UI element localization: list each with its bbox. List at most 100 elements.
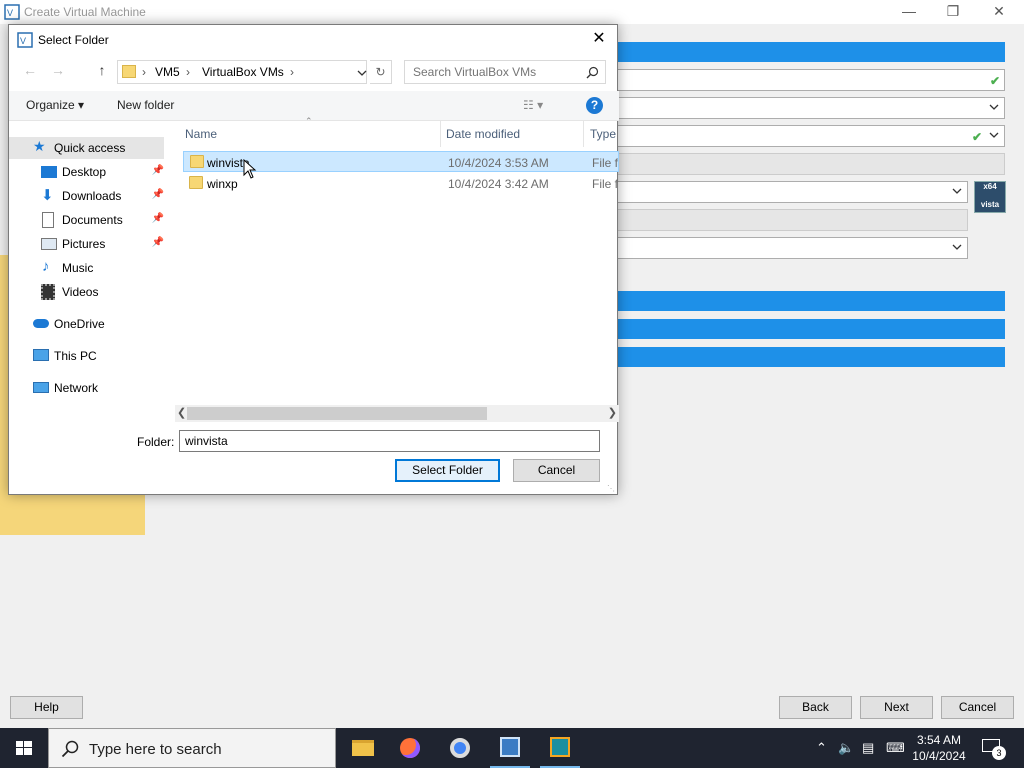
nav-item-network[interactable]: Network	[9, 377, 164, 399]
column-divider[interactable]	[440, 121, 441, 147]
nav-item-documents[interactable]: Documents 📌	[9, 209, 164, 231]
search-input[interactable]	[413, 65, 583, 79]
nav-item-this-pc[interactable]: This PC	[9, 345, 164, 367]
up-arrow-icon[interactable]: ↑	[93, 62, 111, 80]
organize-menu[interactable]: Organize ▾	[26, 98, 84, 112]
virtualbox-taskbar-icon[interactable]	[486, 728, 534, 768]
file-explorer-icon[interactable]	[338, 728, 386, 768]
section-header-bar[interactable]	[600, 319, 1005, 339]
virtualbox-vm-taskbar-icon[interactable]	[536, 728, 584, 768]
breadcrumb-separator: ›	[186, 65, 190, 79]
breadcrumb-item[interactable]: VirtualBox VMs	[202, 65, 284, 79]
file-name: winxp	[207, 177, 238, 191]
taskbar-search-box[interactable]: Type here to search	[48, 728, 336, 768]
resize-grip-icon[interactable]: ⋱	[607, 484, 615, 493]
chevron-up-icon[interactable]: ⌃	[816, 740, 827, 756]
document-icon	[42, 212, 54, 228]
column-header-name[interactable]: Name	[185, 127, 217, 141]
view-options-icon[interactable]: ☷ ▾	[523, 98, 543, 112]
pin-icon: 📌	[151, 189, 164, 200]
search-box[interactable]	[404, 60, 606, 84]
next-button[interactable]: Next	[860, 696, 933, 719]
nav-item-quick-access[interactable]: ★ Quick access	[9, 137, 164, 159]
name-field[interactable]: ✔	[600, 69, 1005, 91]
version-combo[interactable]	[600, 237, 968, 259]
system-clock[interactable]: 3:54 AM 10/4/2024	[904, 732, 974, 764]
scroll-left-icon[interactable]: ❮	[177, 406, 186, 419]
virtualbox-icon: V	[4, 4, 20, 20]
sort-ascending-icon: ⌃	[305, 116, 313, 126]
folder-label: Folder:	[137, 435, 175, 449]
folder-icon	[189, 176, 203, 189]
close-window-button[interactable]: ✕	[976, 0, 1022, 24]
section-header-bar[interactable]	[600, 291, 1005, 311]
nav-item-pictures[interactable]: Pictures 📌	[9, 233, 164, 255]
file-date: 10/4/2024 3:53 AM	[448, 156, 549, 170]
folder-field[interactable]	[179, 430, 600, 452]
column-divider[interactable]	[583, 121, 584, 147]
back-button[interactable]: Back	[779, 696, 852, 719]
new-folder-button[interactable]: New folder	[117, 98, 174, 112]
column-header-date[interactable]: Date modified	[446, 127, 520, 141]
file-date: 10/4/2024 3:42 AM	[448, 177, 549, 191]
nav-label: Documents	[62, 213, 123, 227]
chevron-down-icon	[989, 132, 999, 138]
cancel-button[interactable]: Cancel	[513, 459, 600, 482]
chevron-down-icon	[952, 244, 962, 250]
help-icon[interactable]: ?	[586, 97, 603, 114]
iso-image-combo[interactable]: ✔	[600, 125, 1005, 147]
nav-item-downloads[interactable]: ⬇ Downloads 📌	[9, 185, 164, 207]
refresh-icon[interactable]: ↻	[370, 60, 392, 84]
valid-check-icon: ✔	[989, 74, 1000, 88]
edition-combo	[600, 153, 1005, 175]
type-combo[interactable]	[600, 181, 968, 203]
search-icon	[61, 740, 79, 758]
os-vista-icon: x64 vista	[974, 181, 1006, 213]
back-arrow-icon[interactable]: ←	[21, 62, 39, 80]
pin-icon: 📌	[151, 237, 164, 248]
help-button[interactable]: Help	[10, 696, 83, 719]
keyboard-icon[interactable]: ⌨	[886, 740, 905, 756]
nav-item-onedrive[interactable]: OneDrive	[9, 313, 164, 335]
nav-label: Quick access	[54, 141, 126, 155]
network-status-icon[interactable]: ▤	[862, 740, 874, 756]
virtualbox-icon: V	[17, 32, 33, 48]
start-button[interactable]	[0, 728, 48, 768]
nav-item-videos[interactable]: Videos	[9, 281, 164, 303]
scroll-right-icon[interactable]: ❯	[608, 406, 617, 419]
windows-logo-icon	[16, 741, 32, 755]
forward-arrow-icon[interactable]: →	[49, 62, 67, 80]
chevron-down-icon[interactable]	[356, 67, 368, 79]
chrome-icon[interactable]	[436, 728, 484, 768]
breadcrumb-separator: ›	[290, 65, 294, 79]
taskbar-search-placeholder: Type here to search	[89, 741, 222, 758]
scrollbar-thumb[interactable]	[187, 407, 487, 420]
section-header-bar[interactable]	[600, 347, 1005, 367]
section-header-bar[interactable]	[600, 42, 1005, 62]
nav-label: Videos	[62, 285, 99, 299]
breadcrumb-item[interactable]: VM5	[155, 65, 180, 79]
svg-text:V: V	[20, 36, 26, 46]
minimize-button[interactable]: —	[886, 0, 932, 24]
notification-count: 3	[992, 746, 1006, 760]
horizontal-scrollbar[interactable]: ❮ ❯	[175, 405, 619, 422]
restore-button[interactable]: ❐	[930, 0, 976, 24]
close-icon[interactable]: ✕	[587, 29, 611, 51]
notification-center-icon[interactable]: 3	[980, 736, 1006, 760]
select-folder-dialog: V Select Folder ✕ ← → ↑ › VM5 › VirtualB…	[8, 24, 619, 495]
address-bar[interactable]: › VM5 › VirtualBox VMs ›	[117, 60, 367, 84]
nav-item-desktop[interactable]: Desktop 📌	[9, 161, 164, 183]
folder-combo[interactable]	[600, 97, 1005, 119]
nav-item-music[interactable]: ♪ Music	[9, 257, 164, 279]
select-folder-button[interactable]: Select Folder	[395, 459, 500, 482]
firefox-icon[interactable]	[386, 728, 434, 768]
dialog-title: Select Folder	[38, 33, 109, 47]
nav-label: Music	[62, 261, 94, 275]
command-bar: Organize ▾ New folder ☷ ▾ ?	[9, 91, 619, 121]
nav-label: Pictures	[62, 237, 106, 251]
column-header-type[interactable]: Type	[590, 127, 616, 141]
nav-label: Downloads	[62, 189, 122, 203]
cancel-wizard-button[interactable]: Cancel	[941, 696, 1014, 719]
volume-muted-icon[interactable]: 🔈	[838, 740, 854, 756]
chevron-down-icon	[952, 188, 962, 194]
